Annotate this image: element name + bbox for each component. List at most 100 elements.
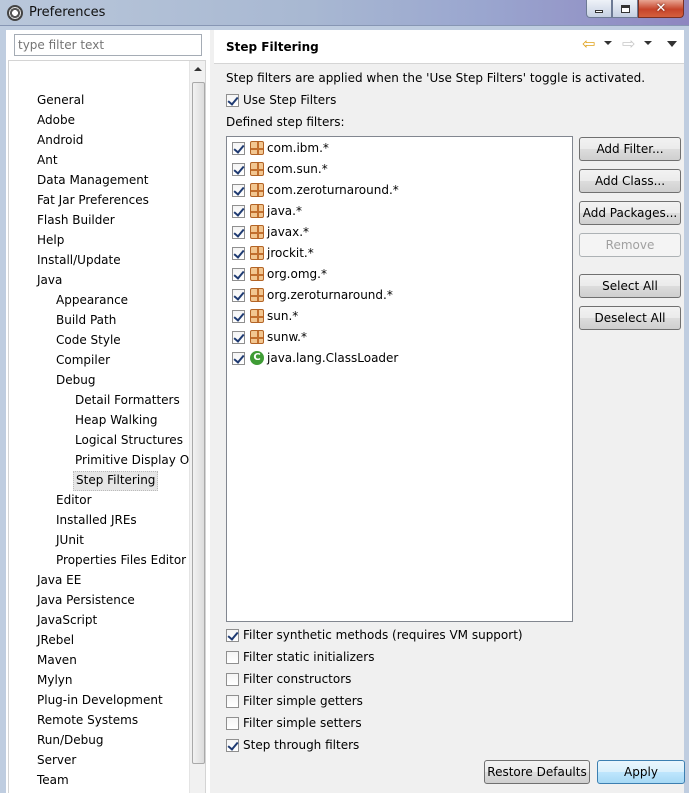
sidebar-item[interactable]: Java Persistence (35, 591, 137, 611)
chevron-down-icon[interactable] (604, 41, 612, 45)
sidebar-item[interactable]: Java (35, 271, 64, 291)
sidebar-item[interactable]: JUnit (54, 531, 86, 551)
sidebar-item[interactable]: Remote Systems (35, 711, 140, 731)
sidebar-item[interactable]: Mylyn (35, 671, 75, 691)
sidebar-item[interactable]: JavaScript (35, 611, 99, 631)
filter-checkbox[interactable] (232, 330, 245, 344)
option-checkbox[interactable]: Step through filters (226, 736, 359, 754)
checkbox-checked-icon[interactable] (226, 628, 239, 642)
list-item[interactable]: com.sun.* (232, 159, 328, 179)
use-step-filters-label: Use Step Filters (243, 93, 337, 107)
restore-defaults-button[interactable]: Restore Defaults (484, 760, 590, 784)
sidebar-item[interactable]: Ant (35, 151, 60, 171)
remove-button[interactable]: Remove (579, 233, 681, 257)
filter-checkbox[interactable] (232, 225, 245, 239)
sidebar-item[interactable]: Appearance (54, 291, 130, 311)
filter-checkbox[interactable] (232, 183, 245, 197)
sidebar-item[interactable]: General (35, 91, 86, 111)
list-item[interactable]: sun.* (232, 306, 298, 326)
filter-checkbox[interactable] (232, 351, 245, 365)
filter-label: java.* (267, 204, 302, 218)
sidebar-item[interactable]: Adobe (35, 111, 77, 131)
sidebar-item[interactable]: JRebel (35, 631, 76, 651)
sidebar-item[interactable]: Data Management (35, 171, 151, 191)
step-filter-list[interactable]: com.ibm.* com.sun.* com.zeroturnaround.* ja… (226, 136, 573, 622)
option-checkbox[interactable]: Filter constructors (226, 670, 351, 688)
checkbox-unchecked-icon[interactable] (226, 694, 239, 708)
filter-checkbox[interactable] (232, 141, 245, 155)
sidebar-item[interactable]: Install/Update (35, 251, 123, 271)
scroll-up-icon[interactable] (194, 67, 202, 71)
sidebar-item[interactable]: Server (35, 751, 78, 771)
list-item[interactable]: Cjava.lang.ClassLoader (232, 348, 398, 368)
option-checkbox[interactable]: Filter simple getters (226, 692, 363, 710)
sidebar-item[interactable]: Detail Formatters (73, 391, 182, 411)
filter-checkbox[interactable] (232, 246, 245, 260)
sidebar-item[interactable]: Installed JREs (54, 511, 139, 531)
filter-checkbox[interactable] (232, 162, 245, 176)
sidebar-item[interactable]: Flash Builder (35, 211, 117, 231)
sidebar-item[interactable]: Fat Jar Preferences (35, 191, 151, 211)
eclipse-app-icon (7, 5, 23, 21)
list-item[interactable]: javax.* (232, 222, 309, 242)
option-checkbox[interactable]: Filter simple setters (226, 714, 362, 732)
sidebar-item[interactable]: Step Filtering (73, 471, 159, 491)
use-step-filters-checkbox[interactable]: Use Step Filters (226, 91, 336, 109)
sidebar-item[interactable]: Logical Structures (73, 431, 185, 451)
sidebar-item[interactable]: Compiler (54, 351, 112, 371)
checkbox-checked-icon[interactable] (226, 93, 239, 107)
filter-input[interactable] (14, 34, 202, 56)
package-icon (250, 204, 264, 218)
tree-scrollbar[interactable] (189, 61, 205, 793)
filter-checkbox[interactable] (232, 309, 245, 323)
sidebar-item[interactable]: Primitive Display O (73, 451, 191, 471)
filter-checkbox[interactable] (232, 288, 245, 302)
sidebar-item[interactable]: Heap Walking (73, 411, 159, 431)
sidebar-item[interactable]: Debug (54, 371, 97, 391)
sidebar-item[interactable]: Build Path (54, 311, 118, 331)
sidebar-item[interactable]: Run/Debug (35, 731, 106, 751)
add-class-button[interactable]: Add Class... (579, 169, 681, 193)
sidebar-item[interactable]: Editor (54, 491, 94, 511)
list-item[interactable]: sunw.* (232, 327, 307, 347)
sidebar-item[interactable]: Maven (35, 651, 79, 671)
view-menu-icon[interactable] (667, 41, 677, 47)
sidebar-item[interactable]: Plug-in Development (35, 691, 165, 711)
list-item[interactable]: org.omg.* (232, 264, 327, 284)
sidebar-item[interactable]: Properties Files Editor (54, 551, 188, 571)
apply-button[interactable]: Apply (597, 760, 685, 784)
add-packages-button[interactable]: Add Packages... (579, 201, 681, 225)
maximize-button[interactable] (612, 0, 638, 18)
checkbox-checked-icon[interactable] (226, 738, 239, 752)
filter-checkbox[interactable] (232, 267, 245, 281)
select-all-button[interactable]: Select All (579, 274, 681, 298)
add-filter-button[interactable]: Add Filter... (579, 137, 681, 161)
list-item[interactable]: com.zeroturnaround.* (232, 180, 399, 200)
sidebar-item[interactable]: Code Style (54, 331, 123, 351)
checkbox-unchecked-icon[interactable] (226, 716, 239, 730)
filter-checkbox[interactable] (232, 204, 245, 218)
sidebar-item[interactable]: Help (35, 231, 66, 251)
sidebar-item[interactable]: Android (35, 131, 85, 151)
arrow-back-icon[interactable]: ⇦ (582, 36, 595, 52)
sidebar-item[interactable]: Java EE (35, 571, 83, 591)
option-checkbox[interactable]: Filter synthetic methods (requires VM su… (226, 626, 523, 644)
list-item[interactable]: java.* (232, 201, 302, 221)
preferences-tree[interactable]: General Adobe Android Ant Data Management Fat… (8, 60, 206, 793)
option-label: Filter synthetic methods (requires VM su… (243, 628, 523, 642)
deselect-all-button[interactable]: Deselect All (579, 306, 681, 330)
option-checkbox[interactable]: Filter static initializers (226, 648, 375, 666)
list-item[interactable]: com.ibm.* (232, 138, 329, 158)
chevron-down-icon[interactable] (644, 41, 652, 45)
arrow-forward-icon[interactable]: ⇨ (622, 36, 635, 52)
list-item[interactable]: org.zeroturnaround.* (232, 285, 393, 305)
window-title-bar[interactable]: Preferences ✕ (0, 0, 689, 26)
close-button[interactable]: ✕ (638, 0, 684, 18)
list-item[interactable]: jrockit.* (232, 243, 314, 263)
minimize-button[interactable] (586, 0, 612, 18)
checkbox-unchecked-icon[interactable] (226, 672, 239, 686)
checkbox-unchecked-icon[interactable] (226, 650, 239, 664)
sidebar-item[interactable]: Team (35, 771, 71, 791)
scrollbar-thumb[interactable] (192, 82, 205, 764)
option-label: Filter static initializers (243, 650, 375, 664)
